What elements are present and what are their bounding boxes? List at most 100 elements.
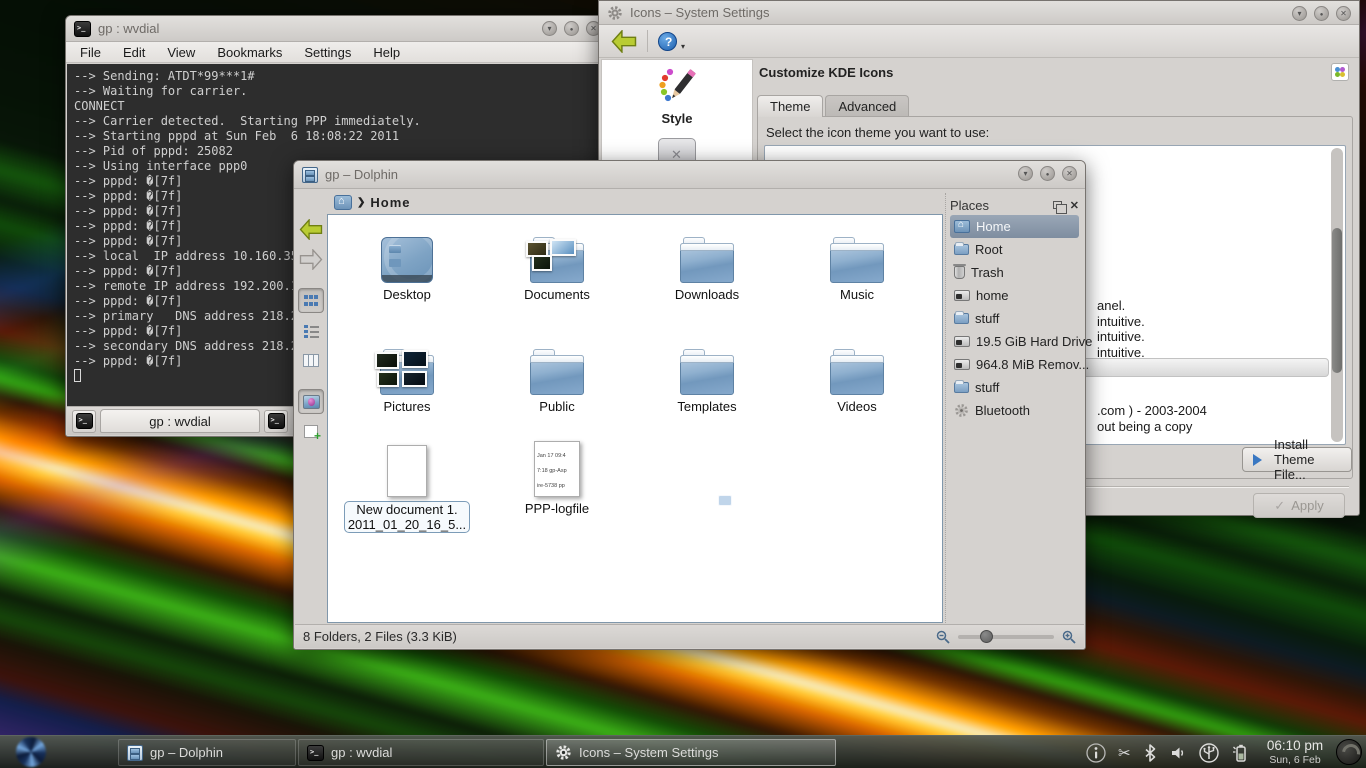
scrollbar[interactable] [1331,148,1343,442]
volume-icon[interactable] [1169,744,1187,762]
close-button[interactable] [1336,6,1351,21]
digital-clock[interactable]: 06:10 pm Sun, 6 Feb [1256,738,1334,766]
system-settings-titlebar[interactable]: Icons – System Settings [599,1,1359,25]
hard-drive-icon [954,336,970,347]
file-item-ppp-logfile[interactable]: Jan 17 09:4 7:18 gp-Asp ire-5738 pp pd[1… [482,437,632,516]
places-item-home[interactable]: Home [950,215,1079,238]
menu-edit[interactable]: Edit [123,45,145,60]
minimize-button[interactable] [1018,166,1033,181]
maximize-button[interactable] [1040,166,1055,181]
preview-button[interactable] [298,389,324,414]
dolphin-file-view[interactable]: Desktop Documents Downloads Music [327,214,943,623]
places-panel: Places ✕ Home Root Trash home stuff 19.5… [945,193,1083,623]
dolphin-window: gp – Dolphin ❯ Home [293,160,1086,650]
icons-view-button[interactable] [298,288,324,313]
konsole-title: gp : wvdial [98,21,159,36]
app-launcher-icon[interactable] [10,737,52,767]
konsole-titlebar[interactable]: gp : wvdial [66,16,609,42]
tab-theme[interactable]: Theme [757,95,823,117]
overview-icon[interactable] [1331,63,1349,81]
panel-toolbox-cashew-icon[interactable] [1336,739,1362,765]
places-item-removable[interactable]: 964.8 MiB Remov... [950,353,1079,376]
places-header: Places ✕ [950,195,1079,215]
notifications-icon[interactable] [1085,742,1107,764]
forward-button[interactable] [298,247,324,272]
taskbar-item-konsole[interactable]: gp : wvdial [298,739,544,766]
minimize-button[interactable] [1292,6,1307,21]
forward-arrow-icon [299,249,323,270]
zoom-out-icon[interactable] [936,630,950,644]
scrollbar-thumb[interactable] [1332,228,1342,373]
taskbar-item-dolphin[interactable]: gp – Dolphin [118,739,296,766]
places-item-trash[interactable]: Trash [950,261,1079,284]
places-item-home-partition[interactable]: home [950,284,1079,307]
folder-icon [830,349,884,395]
menu-settings[interactable]: Settings [304,45,351,60]
gear-icon [607,5,623,21]
details-view-button[interactable] [298,318,324,343]
places-item-stuff2[interactable]: stuff [950,376,1079,399]
menu-bookmarks[interactable]: Bookmarks [217,45,282,60]
dolphin-toolbar [297,217,325,444]
places-item-root[interactable]: Root [950,238,1079,261]
tab-advanced[interactable]: Advanced [825,95,909,117]
columns-view-icon [303,354,319,367]
new-tab-button[interactable] [72,410,96,433]
usb-device-icon[interactable] [1198,742,1220,764]
places-item-bluetooth[interactable]: Bluetooth [950,399,1079,422]
back-button[interactable] [298,217,324,242]
taskbar-item-system-settings[interactable]: Icons – System Settings [546,739,836,766]
float-panel-icon[interactable] [1053,201,1062,209]
folder-icon [530,349,584,395]
folder-item-desktop[interactable]: Desktop [332,223,482,302]
folder-item-public[interactable]: Public [482,335,632,414]
zoom-slider[interactable] [958,635,1054,639]
breadcrumb-home[interactable]: Home [370,195,410,210]
sidebar-item-label: Style [602,111,752,126]
pictures-folder-icon [380,349,434,395]
desktop-folder-icon [381,237,433,283]
battery-icon[interactable] [1231,743,1249,763]
split-view-button[interactable] [298,419,324,444]
folder-item-videos[interactable]: Videos [782,335,932,414]
folder-item-documents[interactable]: Documents [482,223,632,302]
places-item-stuff[interactable]: stuff [950,307,1079,330]
icon-settings-tabs: Theme Advanced [757,95,911,117]
zoom-slider-thumb[interactable] [980,630,993,643]
install-theme-button[interactable]: Install Theme File... [1242,447,1352,472]
file-item-new-document[interactable]: New document 1. 2011_01_20_16_5... [332,437,482,533]
maximize-button[interactable] [564,21,579,36]
sidebar-item-style[interactable]: Style [602,60,752,126]
folder-icon [680,349,734,395]
apply-button[interactable]: ✓ Apply [1253,493,1345,518]
close-button[interactable] [1062,166,1077,181]
folder-item-downloads[interactable]: Downloads [632,223,782,302]
home-folder-icon[interactable] [334,195,352,210]
places-title: Places [950,198,1053,213]
menu-file[interactable]: File [80,45,101,60]
folder-icon [680,237,734,283]
klipper-scissors-icon[interactable]: ✂ [1118,744,1131,762]
help-button[interactable] [658,32,677,51]
columns-view-button[interactable] [298,348,324,373]
terminal-line: --> Starting pppd at Sun Feb 6 18:08:22 … [74,129,601,144]
folder-item-pictures[interactable]: Pictures [332,335,482,414]
back-button[interactable] [611,30,637,53]
close-panel-icon[interactable]: ✕ [1070,199,1079,212]
terminal-line: --> Waiting for carrier. [74,84,601,99]
terminal-line: --> Pid of pppd: 25082 [74,144,601,159]
icons-view-icon [304,294,319,307]
zoom-in-icon[interactable] [1062,630,1076,644]
terminal-tab[interactable]: gp : wvdial [100,409,260,433]
minimize-button[interactable] [542,21,557,36]
maximize-button[interactable] [1314,6,1329,21]
dolphin-titlebar[interactable]: gp – Dolphin [294,161,1085,189]
menu-help[interactable]: Help [373,45,400,60]
removable-drive-icon [954,359,970,370]
folder-item-music[interactable]: Music [782,223,932,302]
bluetooth-icon[interactable] [1142,744,1158,762]
menu-view[interactable]: View [167,45,195,60]
tab-list-button[interactable] [264,410,288,433]
folder-item-templates[interactable]: Templates [632,335,782,414]
places-item-hard-drive[interactable]: 19.5 GiB Hard Drive [950,330,1079,353]
